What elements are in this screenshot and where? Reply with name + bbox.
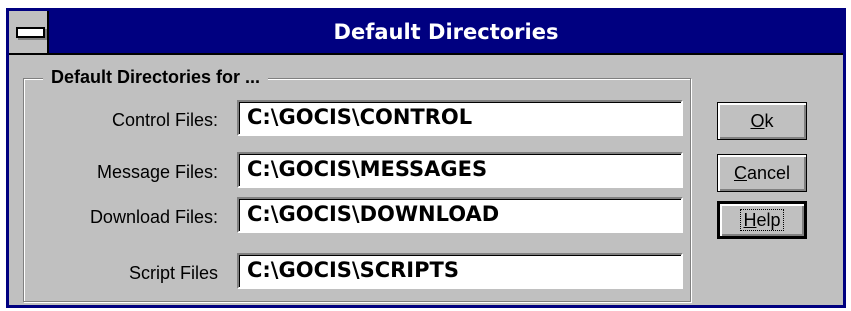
control-files-label: Control Files: (111, 110, 218, 130)
system-menu-icon[interactable] (9, 11, 49, 53)
download-files-label: Download Files: (89, 207, 218, 227)
window-title: Default Directories (333, 20, 559, 44)
download-files-field[interactable]: C:\GOCIS\DOWNLOAD (237, 197, 683, 233)
dialog-body: Default Directories for ... Control File… (9, 55, 843, 305)
cancel-button[interactable]: Cancel (717, 154, 807, 192)
help-button[interactable]: Help (717, 201, 807, 239)
script-files-field[interactable]: C:\GOCIS\SCRIPTS (237, 253, 683, 289)
ok-mnemonic: O (750, 111, 765, 131)
script-files-label: Script Files (128, 263, 218, 283)
help-mnemonic: H (743, 210, 757, 230)
cancel-label-rest: ancel (746, 163, 791, 183)
title-bar[interactable]: Default Directories (9, 11, 843, 55)
ok-label-rest: k (764, 111, 774, 131)
message-files-label: Message Files: (96, 162, 218, 182)
ok-button[interactable]: Ok (717, 102, 807, 140)
cancel-mnemonic: C (733, 163, 747, 183)
dialog-window: Default Directories Default Directories … (6, 8, 846, 308)
message-files-field[interactable]: C:\GOCIS\MESSAGES (237, 152, 683, 188)
control-files-field[interactable]: C:\GOCIS\CONTROL (237, 100, 683, 136)
help-label-rest: elp (756, 210, 781, 230)
system-menu-bar-glyph (16, 27, 45, 38)
help-focus-rect: Help (740, 209, 784, 231)
group-label: Default Directories for ... (43, 67, 269, 88)
